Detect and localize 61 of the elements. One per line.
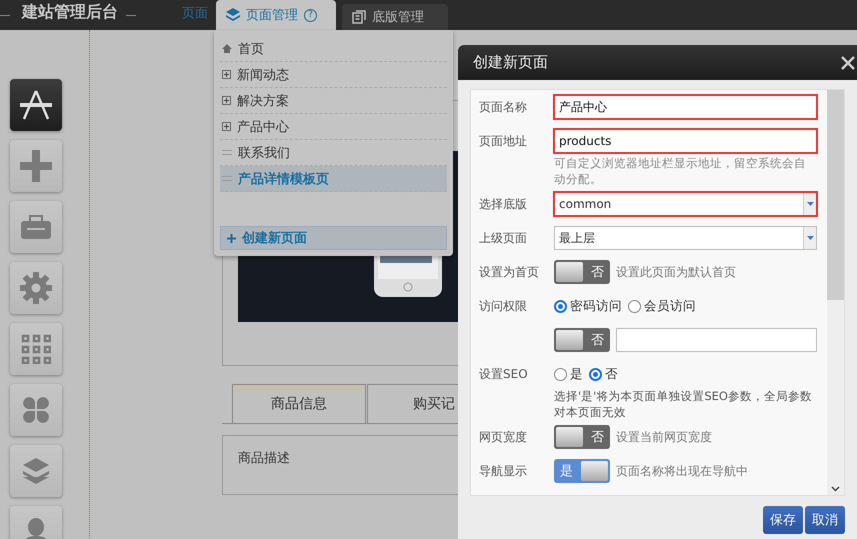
select-field[interactable]: 最上层 <box>554 226 817 250</box>
field-label: 导航显示 <box>479 463 528 480</box>
dialog-title: 创建新页面 <box>473 53 548 72</box>
layers-icon <box>226 8 240 22</box>
close-button[interactable] <box>840 54 856 70</box>
close-icon <box>840 54 856 70</box>
expand-icon[interactable] <box>222 70 231 79</box>
page-item[interactable]: 首页 <box>220 36 447 62</box>
dialog-button[interactable]: 取消 <box>805 506 845 534</box>
field-hint: 选择'是'将为本页面单独设置SEO参数，全局参数对本页面无效 <box>554 388 813 420</box>
caret-icon <box>806 236 814 240</box>
field-label: 设置SEO <box>479 366 529 383</box>
content-tab[interactable]: 商品信息 <box>232 384 366 423</box>
top-tab[interactable]: 底版管理 <box>342 4 448 30</box>
text-field[interactable]: products <box>554 129 817 153</box>
dialog-button[interactable]: 保存 <box>763 506 803 534</box>
section-label: 商品描述 <box>238 451 290 466</box>
scroll-down-icon <box>831 486 840 492</box>
toggle-description: 设置此页面为默认首页 <box>616 264 736 280</box>
radio-option[interactable]: 会员访问 <box>628 298 696 314</box>
password-field[interactable] <box>616 328 817 352</box>
tool-button[interactable] <box>10 79 62 131</box>
scrollbar[interactable] <box>827 90 844 495</box>
app-title: 建站管理后台 <box>20 2 119 22</box>
field-hint: 可自定义浏览器地址栏显示地址，留空系统会自动分配。 <box>554 155 807 187</box>
select-field[interactable]: common <box>554 192 817 216</box>
toggle-description: 设置当前网页宽度 <box>616 428 712 446</box>
caret-icon <box>806 202 814 206</box>
field-label: 选择底版 <box>479 196 528 213</box>
field-label: 访问权限 <box>479 298 528 315</box>
home-icon <box>222 44 232 53</box>
expand-icon[interactable] <box>222 96 231 105</box>
field-label: 页面地址 <box>479 133 528 150</box>
page-item[interactable]: 解决方案 <box>220 88 447 114</box>
toggle-switch[interactable]: 否 <box>554 260 610 284</box>
radio-option[interactable]: 是 <box>554 366 583 382</box>
radio-option[interactable]: 密码访问 <box>554 298 622 314</box>
toolbox-icon <box>21 215 51 239</box>
four-petal-icon <box>22 396 50 424</box>
settings-icon <box>20 272 52 304</box>
page-item[interactable]: 产品中心 <box>220 114 447 140</box>
layers-icon <box>22 457 50 485</box>
expand-icon[interactable] <box>222 122 231 131</box>
user-icon <box>23 518 49 539</box>
toggle-description: 页面名称将出现在导航中 <box>616 462 748 480</box>
plus-icon <box>227 234 236 242</box>
plus-icon <box>20 150 52 182</box>
drafting-compass-icon <box>19 89 53 121</box>
drag-handle-icon <box>222 176 232 181</box>
text-field[interactable]: 产品中心 <box>554 95 817 119</box>
field-label: 页面名称 <box>479 99 528 116</box>
document-icon <box>352 10 366 24</box>
toggle-switch[interactable]: 否 <box>554 328 610 352</box>
field-label: 网页宽度 <box>479 429 528 446</box>
grid-icon <box>21 334 51 364</box>
field-label: 设置为首页 <box>479 264 540 281</box>
field-label: 上级页面 <box>479 230 528 247</box>
drag-handle-icon <box>222 150 232 155</box>
toggle-switch[interactable]: 否 <box>554 425 610 449</box>
radio-option[interactable]: 否 <box>589 366 618 382</box>
page-item[interactable]: 新闻动态 <box>220 62 447 88</box>
